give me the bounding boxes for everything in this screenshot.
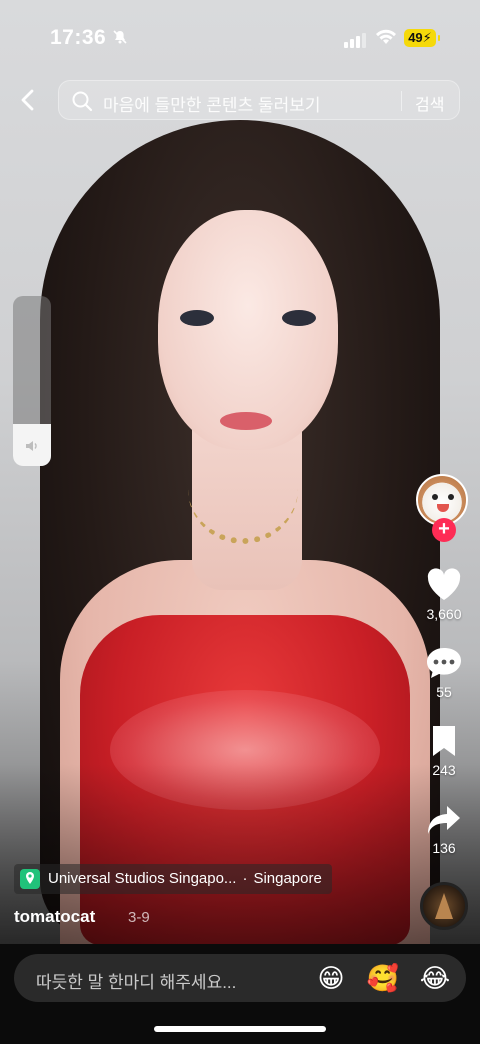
battery-indicator: 49⚡ xyxy=(404,29,440,47)
clock: 17:36 xyxy=(50,26,107,49)
cell-signal-icon xyxy=(344,30,368,48)
search-placeholder: 마음에 들만한 콘텐츠 둘러보기 xyxy=(103,96,321,115)
music-disc-icon[interactable] xyxy=(420,882,468,930)
creator-avatar[interactable]: + xyxy=(416,474,472,542)
comment-action[interactable]: 55 xyxy=(414,646,474,700)
comment-count: 55 xyxy=(436,684,452,700)
volume-slider[interactable] xyxy=(13,296,51,466)
save-action[interactable]: 243 xyxy=(414,724,474,778)
status-bar: 17:36 49⚡ xyxy=(0,0,480,70)
bookmark-icon[interactable] xyxy=(429,724,459,758)
share-arrow-icon[interactable] xyxy=(426,804,462,836)
share-action[interactable]: 136 xyxy=(414,804,474,856)
video-player[interactable] xyxy=(0,0,480,944)
share-count: 136 xyxy=(432,840,456,856)
bell-muted-icon xyxy=(113,30,127,44)
comment-bubble-icon[interactable] xyxy=(425,646,463,680)
search-divider xyxy=(401,91,402,111)
comment-bar: 따듯한 말 한마디 해주세요... 😁 🥰 😂 xyxy=(0,944,480,1044)
map-pin-icon xyxy=(20,869,40,889)
follow-button[interactable]: + xyxy=(432,518,456,542)
location-city: Singapore xyxy=(253,870,322,887)
heart-icon[interactable] xyxy=(425,566,463,602)
back-arrow-icon[interactable] xyxy=(14,86,42,114)
laugh-cry-emoji-button[interactable]: 😂 xyxy=(418,961,452,995)
speaker-icon xyxy=(26,441,37,451)
search-bar[interactable]: 마음에 들만한 콘텐츠 둘러보기 검색 xyxy=(58,80,460,120)
comment-input[interactable]: 따듯한 말 한마디 해주세요... 😁 🥰 😂 xyxy=(14,954,466,1002)
post-date: 3-9 xyxy=(128,909,150,926)
video-subject-face xyxy=(158,210,338,450)
heart-face-emoji-button[interactable]: 🥰 xyxy=(366,961,400,995)
grin-emoji-button[interactable]: 😁 xyxy=(314,961,348,995)
like-count: 3,660 xyxy=(426,606,462,622)
location-tag[interactable]: Universal Studios Singapo... · Singapore xyxy=(14,864,332,894)
location-separator: · xyxy=(242,870,248,887)
home-indicator[interactable] xyxy=(154,1026,326,1032)
like-action[interactable]: 3,660 xyxy=(414,566,474,622)
comment-placeholder: 따듯한 말 한마디 해주세요... xyxy=(36,973,237,992)
search-icon xyxy=(72,91,93,112)
location-name: Universal Studios Singapo... xyxy=(48,870,237,887)
save-count: 243 xyxy=(432,762,456,778)
author-name[interactable]: tomatocat xyxy=(14,907,95,927)
search-button[interactable]: 검색 xyxy=(415,91,444,115)
wifi-icon xyxy=(376,29,396,44)
